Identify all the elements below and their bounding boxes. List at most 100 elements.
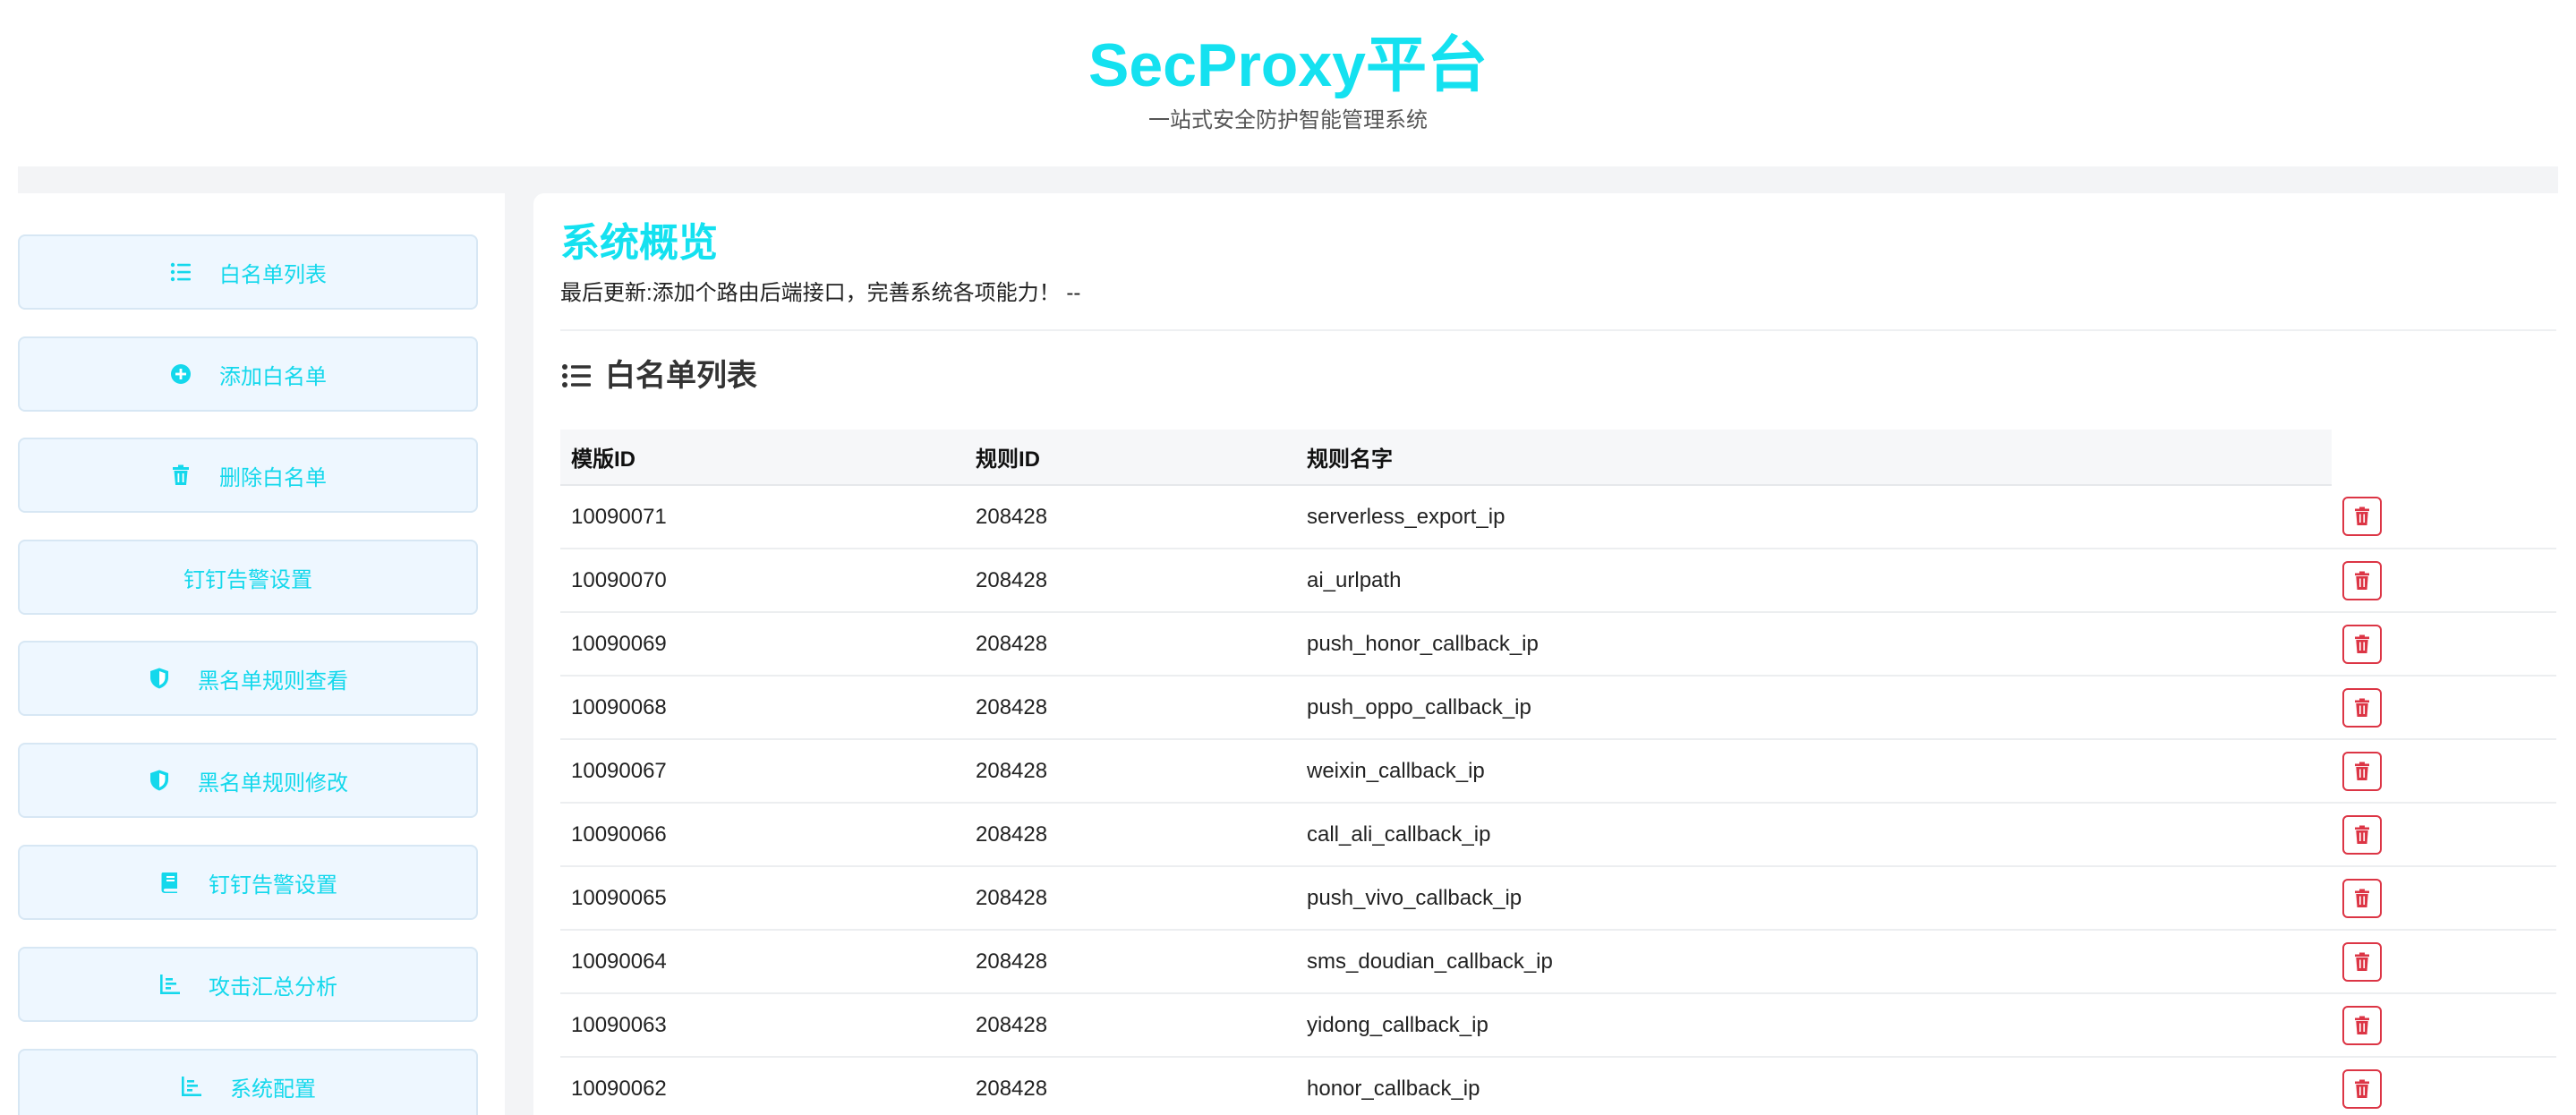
delete-button[interactable] <box>2342 560 2382 600</box>
sidebar-item-whitelist-list[interactable]: 白名单列表 <box>18 234 478 310</box>
shield-icon <box>148 769 171 792</box>
cell-actions <box>2332 676 2556 740</box>
table-header-row: 模版ID 规则ID 规则名字 <box>560 430 2556 486</box>
sidebar-item-label: 钉钉告警设置 <box>209 872 337 898</box>
cell-actions <box>2332 993 2556 1058</box>
sidebar-item-label: 系统配置 <box>230 1077 316 1102</box>
sidebar-item-dingtalk-alert[interactable]: 钉钉告警设置 <box>18 540 478 615</box>
trash-icon <box>2355 825 2369 844</box>
trash-icon <box>2355 1016 2369 1034</box>
cell-rule-name: sms_doudian_callback_ip <box>1296 930 2332 994</box>
section-heading: 白名单列表 <box>560 354 757 397</box>
trash-icon <box>2355 952 2369 971</box>
table-row: 10090071 208428 serverless_export_ip <box>560 485 2556 549</box>
delete-button[interactable] <box>2342 624 2382 664</box>
section-title: 白名单列表 <box>605 359 757 393</box>
cell-template-id: 10090065 <box>560 866 965 931</box>
table-row: 10090070 208428 ai_urlpath <box>560 549 2556 613</box>
sidebar-item-label: 添加白名单 <box>219 364 327 389</box>
sidebar-item-attack-analysis[interactable]: 攻击汇总分析 <box>18 947 478 1022</box>
table-row: 10090066 208428 call_ali_callback_ip <box>560 803 2556 867</box>
cell-actions <box>2332 803 2556 867</box>
table-row: 10090065 208428 push_vivo_callback_ip <box>560 866 2556 931</box>
page-title: 系统概览 <box>560 221 718 265</box>
trash-icon <box>2355 506 2369 525</box>
cell-template-id: 10090062 <box>560 1057 965 1115</box>
plus-circle-icon <box>169 362 192 386</box>
divider <box>560 329 2556 331</box>
delete-button[interactable] <box>2342 687 2382 728</box>
cell-template-id: 10090068 <box>560 676 965 740</box>
cell-rule-id: 208428 <box>965 485 1296 549</box>
column-header-rule-name: 规则名字 <box>1296 430 2332 486</box>
delete-button[interactable] <box>2342 814 2382 855</box>
cell-template-id: 10090070 <box>560 549 965 613</box>
sidebar-item-blacklist-view[interactable]: 黑名单规则查看 <box>18 641 478 716</box>
delete-button[interactable] <box>2342 1005 2382 1045</box>
book-icon <box>158 871 182 894</box>
trash-icon <box>2355 571 2369 590</box>
cell-template-id: 10090063 <box>560 993 965 1058</box>
sidebar-item-dingtalk-alert-2[interactable]: 钉钉告警设置 <box>18 845 478 920</box>
cell-rule-name: weixin_callback_ip <box>1296 739 2332 804</box>
cell-rule-id: 208428 <box>965 866 1296 931</box>
main-panel: 系统概览 最后更新:添加个路由后端接口，完善系统各项能力！ -- 白名单列表 模… <box>533 193 2576 1115</box>
cell-template-id: 10090069 <box>560 612 965 677</box>
whitelist-table: 模版ID 规则ID 规则名字 10090071 208428 serverles… <box>560 430 2556 1115</box>
trash-icon <box>2355 889 2369 907</box>
cell-rule-id: 208428 <box>965 676 1296 740</box>
delete-button[interactable] <box>2342 751 2382 791</box>
sidebar-item-delete-whitelist[interactable]: 删除白名单 <box>18 438 478 513</box>
cell-actions <box>2332 930 2556 994</box>
trash-icon <box>2355 698 2369 717</box>
sidebar-item-label: 钉钉告警设置 <box>183 567 312 592</box>
cell-rule-id: 208428 <box>965 803 1296 867</box>
list-icon <box>560 360 593 392</box>
delete-button[interactable] <box>2342 1068 2382 1109</box>
trash-icon <box>169 464 192 487</box>
cell-actions <box>2332 866 2556 931</box>
cell-template-id: 10090071 <box>560 485 965 549</box>
sidebar-item-label: 白名单列表 <box>219 262 327 287</box>
column-header-template-id: 模版ID <box>560 430 965 486</box>
cell-rule-name: push_vivo_callback_ip <box>1296 866 2332 931</box>
chart-icon <box>158 973 182 996</box>
cell-rule-id: 208428 <box>965 612 1296 677</box>
cell-rule-name: honor_callback_ip <box>1296 1057 2332 1115</box>
sidebar-item-label: 删除白名单 <box>219 465 327 490</box>
page-header: SecProxy平台 一站式安全防护智能管理系统 <box>0 0 2576 166</box>
brand-subtitle: 一站式安全防护智能管理系统 <box>1148 108 1428 132</box>
cell-rule-id: 208428 <box>965 549 1296 613</box>
cell-template-id: 10090066 <box>560 803 965 867</box>
sidebar: 白名单列表 添加白名单 删除白名单 钉钉告警设置 黑名单规则查看 黑名单规则修改… <box>18 193 505 1115</box>
sidebar-item-add-whitelist[interactable]: 添加白名单 <box>18 336 478 412</box>
table-row: 10090063 208428 yidong_callback_ip <box>560 993 2556 1058</box>
table-row: 10090062 208428 honor_callback_ip <box>560 1057 2556 1115</box>
cell-rule-name: yidong_callback_ip <box>1296 993 2332 1058</box>
cell-actions <box>2332 485 2556 549</box>
delete-button[interactable] <box>2342 941 2382 982</box>
table-row: 10090069 208428 push_honor_callback_ip <box>560 612 2556 677</box>
cell-rule-id: 208428 <box>965 930 1296 994</box>
cell-actions <box>2332 1057 2556 1115</box>
cell-rule-name: push_oppo_callback_ip <box>1296 676 2332 740</box>
sidebar-item-blacklist-edit[interactable]: 黑名单规则修改 <box>18 743 478 818</box>
cell-rule-id: 208428 <box>965 739 1296 804</box>
list-icon <box>169 260 192 284</box>
table-row: 10090064 208428 sms_doudian_callback_ip <box>560 930 2556 994</box>
cell-actions <box>2332 612 2556 677</box>
cell-actions <box>2332 739 2556 804</box>
cell-rule-id: 208428 <box>965 993 1296 1058</box>
cell-rule-name: push_honor_callback_ip <box>1296 612 2332 677</box>
cell-template-id: 10090067 <box>560 739 965 804</box>
cell-actions <box>2332 549 2556 613</box>
cell-rule-name: call_ali_callback_ip <box>1296 803 2332 867</box>
table-row: 10090067 208428 weixin_callback_ip <box>560 739 2556 804</box>
cell-template-id: 10090064 <box>560 930 965 994</box>
sidebar-item-system-config[interactable]: 系统配置 <box>18 1049 478 1115</box>
delete-button[interactable] <box>2342 497 2382 536</box>
trash-icon <box>2355 762 2369 780</box>
column-header-actions <box>2332 430 2556 485</box>
sidebar-item-label: 黑名单规则查看 <box>198 668 348 694</box>
delete-button[interactable] <box>2342 878 2382 918</box>
